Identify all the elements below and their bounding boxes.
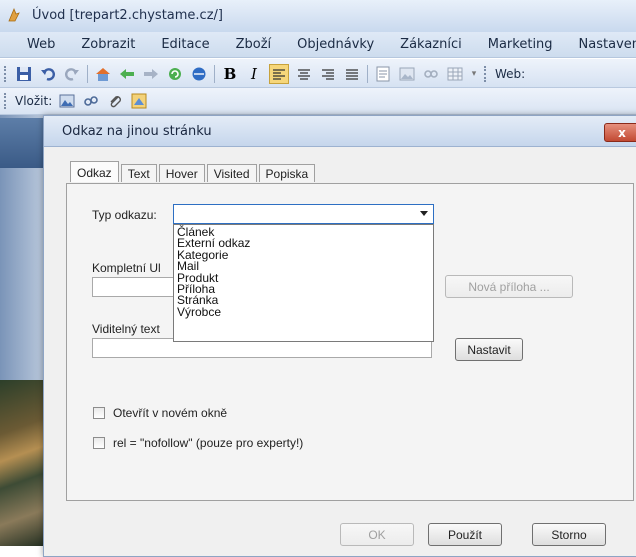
tab-bar: Odkaz Text Hover Visited Popiska <box>70 161 317 184</box>
full-url-label: Kompletní Ul <box>92 261 161 275</box>
window-titlebar: Úvod [trepart2.chystame.cz/] <box>0 0 636 33</box>
toolbar-separator <box>87 65 88 83</box>
toolbar-grip[interactable] <box>4 93 9 109</box>
option-category[interactable]: Kategorie <box>177 249 433 261</box>
align-right-icon[interactable] <box>319 65 337 83</box>
chevron-down-icon[interactable]: ▾ <box>470 65 478 83</box>
save-icon[interactable] <box>15 65 33 83</box>
nofollow-checkbox[interactable] <box>93 437 105 449</box>
open-new-window-checkbox[interactable] <box>93 407 105 419</box>
menu-marketing[interactable]: Marketing <box>475 37 566 52</box>
justify-icon[interactable] <box>343 65 361 83</box>
table-icon[interactable] <box>446 65 464 83</box>
toolbar-separator <box>367 65 368 83</box>
cancel-button[interactable]: Storno <box>532 523 606 546</box>
tab-visited[interactable]: Visited <box>206 164 257 182</box>
undo-icon[interactable] <box>39 65 57 83</box>
close-icon: x <box>618 125 626 140</box>
page-icon[interactable] <box>374 65 392 83</box>
dialog-titlebar: Odkaz na jinou stránku x <box>44 116 636 147</box>
link-icon[interactable] <box>422 65 440 83</box>
chevron-down-icon[interactable] <box>420 211 428 216</box>
apply-button[interactable]: Použít <box>428 523 502 546</box>
insert-link-icon[interactable] <box>82 92 100 110</box>
image-icon[interactable] <box>398 65 416 83</box>
visible-text-label: Viditelný text <box>92 322 160 336</box>
toolbar-grip[interactable] <box>4 66 9 82</box>
home-icon[interactable] <box>94 65 112 83</box>
close-button[interactable]: x <box>604 123 636 142</box>
nofollow-label: rel = "nofollow" (pouze pro experty!) <box>113 436 304 450</box>
refresh-icon[interactable] <box>166 65 184 83</box>
align-center-icon[interactable] <box>295 65 313 83</box>
menu-edit[interactable]: Editace <box>148 37 222 52</box>
main-toolbar: B I ▾ Web: <box>0 59 636 88</box>
tab-tooltip[interactable]: Popiska <box>258 164 316 182</box>
background-photo <box>0 380 44 546</box>
window-title: Úvod [trepart2.chystame.cz/] <box>32 8 223 23</box>
menu-customers[interactable]: Zákazníci <box>387 37 475 52</box>
app-logo-icon <box>8 7 20 22</box>
open-new-window-label: Otevřít v novém okně <box>113 406 228 420</box>
bold-icon[interactable]: B <box>221 65 239 83</box>
attachment-icon[interactable] <box>106 92 124 110</box>
option-manufacturer[interactable]: Výrobce <box>177 306 433 318</box>
forward-arrow-icon[interactable] <box>142 65 160 83</box>
link-dialog: Odkaz na jinou stránku x Odkaz Text Hove… <box>43 115 636 557</box>
menu-view[interactable]: Zobrazit <box>68 37 148 52</box>
align-left-icon[interactable] <box>269 64 289 84</box>
tab-hover[interactable]: Hover <box>158 164 205 182</box>
insert-toolbar: Vložit: <box>0 88 636 115</box>
menu-goods[interactable]: Zboží <box>223 37 285 52</box>
insert-media-icon[interactable] <box>130 92 148 110</box>
tab-panel-link: Typ odkazu: Kompletní Ul Nová příloha ..… <box>66 183 634 501</box>
back-arrow-icon[interactable] <box>118 65 136 83</box>
ok-button[interactable]: OK <box>340 523 414 546</box>
link-type-select[interactable] <box>173 204 434 224</box>
redo-icon[interactable] <box>63 65 81 83</box>
toolbar-grip[interactable] <box>484 66 489 82</box>
menu-orders[interactable]: Objednávky <box>284 37 387 52</box>
dialog-title: Odkaz na jinou stránku <box>62 124 212 139</box>
web-label: Web: <box>495 67 526 81</box>
background-image <box>0 118 44 168</box>
option-product[interactable]: Produkt <box>177 271 433 284</box>
insert-image-icon[interactable] <box>58 92 76 110</box>
menu-web[interactable]: Web <box>5 37 68 52</box>
set-button[interactable]: Nastavit <box>455 338 523 361</box>
new-attachment-button[interactable]: Nová příloha ... <box>445 275 573 298</box>
menu-settings[interactable]: Nastavení <box>566 37 636 52</box>
toolbar-separator <box>214 65 215 83</box>
link-type-options: Článek Externí odkaz Kategorie Mail Prod… <box>173 224 434 342</box>
browser-icon[interactable] <box>190 65 208 83</box>
menu-bar: Web Zobrazit Editace Zboží Objednávky Zá… <box>0 32 636 58</box>
link-type-label: Typ odkazu: <box>92 208 157 222</box>
tab-text[interactable]: Text <box>120 164 157 182</box>
italic-icon[interactable]: I <box>245 65 263 83</box>
tab-link[interactable]: Odkaz <box>70 161 119 182</box>
insert-label: Vložit: <box>15 94 53 108</box>
